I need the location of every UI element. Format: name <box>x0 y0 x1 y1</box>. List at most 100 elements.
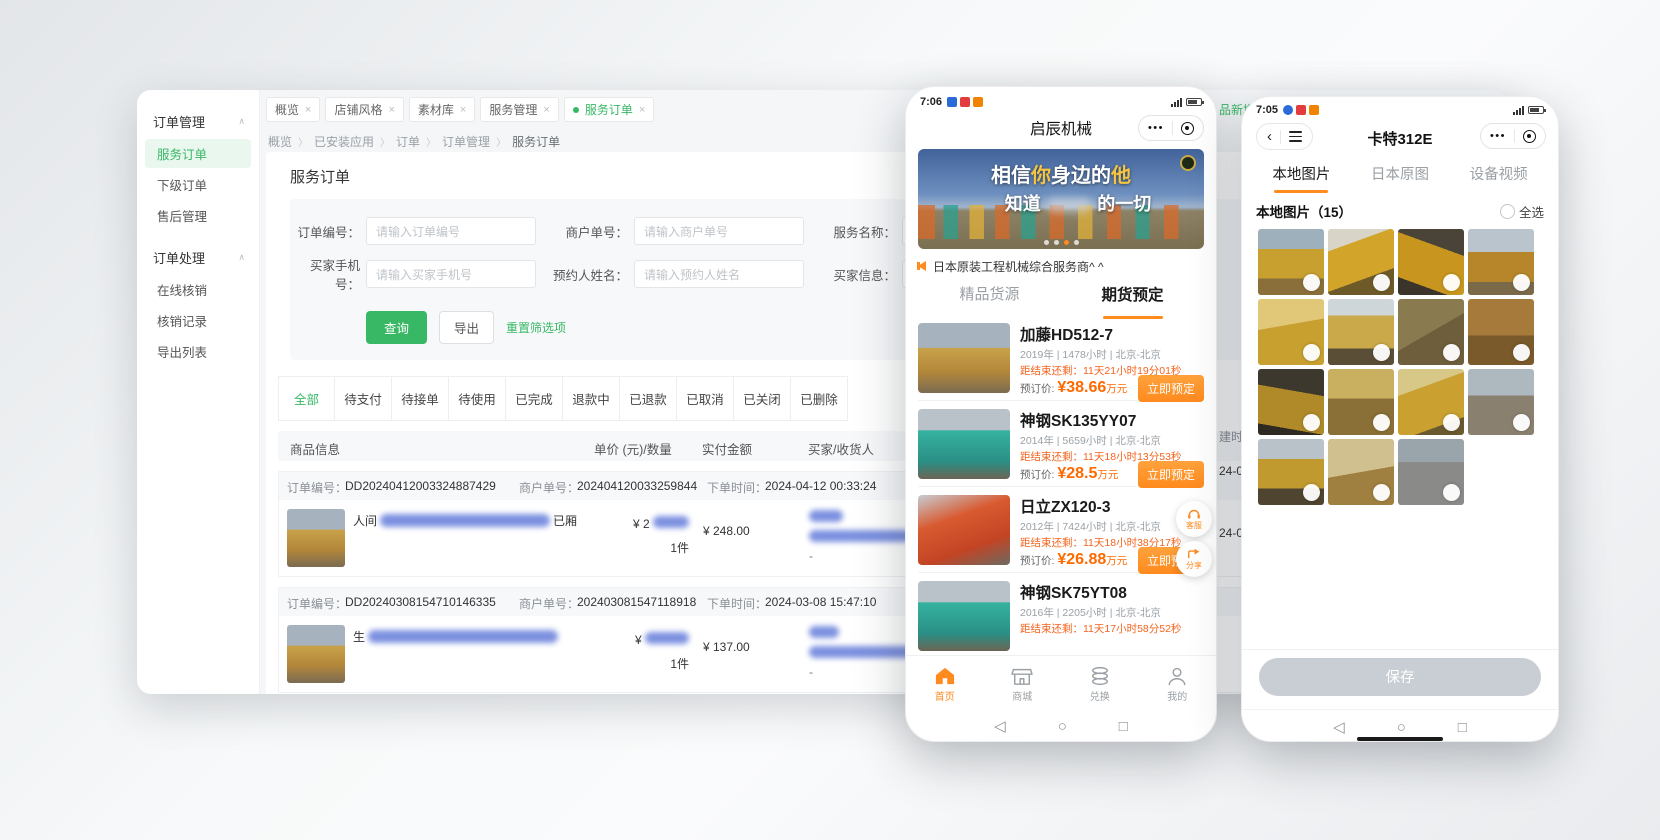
hero-banner[interactable]: 相信你身边的他 知道 的一切 <box>918 149 1204 249</box>
photo-thumbnail[interactable] <box>1468 229 1534 295</box>
reset-filters-link[interactable]: 重置筛选项 <box>506 319 566 336</box>
radio-icon[interactable] <box>1500 204 1515 219</box>
tab-material-lib[interactable]: 素材库× <box>409 97 475 122</box>
status-tab-unpaid[interactable]: 待支付 <box>335 376 392 421</box>
status-tab-all[interactable]: 全部 <box>278 376 335 421</box>
photo-checkbox[interactable] <box>1303 414 1320 431</box>
sidebar-item-online-verify[interactable]: 在线核销 <box>145 275 251 304</box>
photo-checkbox[interactable] <box>1303 484 1320 501</box>
status-tab-done[interactable]: 已完成 <box>506 376 563 421</box>
status-tab-canceled[interactable]: 已取消 <box>677 376 734 421</box>
breadcrumb-item[interactable]: 已安装应用 <box>314 133 374 150</box>
sidebar-group-order-processing[interactable]: 订单处理 ∧ <box>137 240 259 273</box>
sidebar-group-order-management[interactable]: 订单管理 ∧ <box>137 104 259 137</box>
photo-thumbnail[interactable] <box>1328 299 1394 365</box>
close-target-icon[interactable] <box>1181 122 1194 135</box>
breadcrumb-item[interactable]: 订单管理 <box>442 133 490 150</box>
photo-checkbox[interactable] <box>1373 414 1390 431</box>
sidebar-item-aftersale[interactable]: 售后管理 <box>145 201 251 230</box>
photo-checkbox[interactable] <box>1443 274 1460 291</box>
tab-overview[interactable]: 概览× <box>266 97 320 122</box>
photo-thumbnail[interactable] <box>1398 369 1464 435</box>
tab-japan-originals[interactable]: 日本原图 <box>1351 159 1450 191</box>
close-icon[interactable]: × <box>460 104 466 116</box>
nav-home-icon[interactable]: ○ <box>1397 719 1406 736</box>
photo-checkbox[interactable] <box>1513 344 1530 361</box>
tab-service-mgmt[interactable]: 服务管理× <box>480 97 558 122</box>
photo-thumbnail[interactable] <box>1258 299 1324 365</box>
tab-futures-booking[interactable]: 期货预定 <box>1061 283 1204 313</box>
photo-checkbox[interactable] <box>1443 344 1460 361</box>
book-now-button[interactable]: 立即预定 <box>1138 375 1204 402</box>
photo-checkbox[interactable] <box>1303 344 1320 361</box>
photo-thumbnail[interactable] <box>1258 369 1324 435</box>
export-button[interactable]: 导出 <box>439 311 494 344</box>
nav-back-icon[interactable]: ◁ <box>994 717 1006 735</box>
merchant-no-input[interactable]: 请输入商户单号 <box>634 217 804 245</box>
photo-checkbox[interactable] <box>1443 484 1460 501</box>
close-icon[interactable]: × <box>543 104 549 116</box>
machine-card[interactable]: 加藤HD512-7 2019年 | 1478小时 | 北京-北京 距结束还剩：1… <box>918 315 1204 401</box>
close-target-icon[interactable] <box>1523 130 1536 143</box>
tab-redeem[interactable]: 兑换 <box>1061 656 1139 713</box>
photo-thumbnail[interactable] <box>1258 439 1324 505</box>
status-tab-refunded[interactable]: 已退款 <box>620 376 677 421</box>
breadcrumb-item[interactable]: 概览 <box>268 133 292 150</box>
nav-back-icon[interactable]: ◁ <box>1333 718 1345 736</box>
close-icon[interactable]: × <box>305 104 311 116</box>
machine-card[interactable]: 神钢SK75YT08 2016年 | 2205小时 | 北京-北京 距结束还剩：… <box>918 573 1204 659</box>
tab-featured-goods[interactable]: 精品货源 <box>918 283 1061 313</box>
more-icon[interactable]: ••• <box>1148 122 1164 134</box>
photo-checkbox[interactable] <box>1373 344 1390 361</box>
close-icon[interactable]: × <box>639 104 645 116</box>
tab-shop-style[interactable]: 店铺风格× <box>325 97 403 122</box>
notice-bar[interactable]: 日本原装工程机械综合服务商^ ^ <box>918 253 1204 279</box>
nav-recents-icon[interactable]: □ <box>1458 719 1467 736</box>
sidebar-item-export-list[interactable]: 导出列表 <box>145 337 251 366</box>
machine-card[interactable]: 神钢SK135YY07 2014年 | 5659小时 | 北京-北京 距结束还剩… <box>918 401 1204 487</box>
carousel-dots[interactable] <box>918 240 1204 245</box>
photo-thumbnail[interactable] <box>1398 299 1464 365</box>
status-tab-closed[interactable]: 已关闭 <box>734 376 791 421</box>
status-tab-deleted[interactable]: 已删除 <box>791 376 848 421</box>
photo-thumbnail[interactable] <box>1328 439 1394 505</box>
machine-card[interactable]: 日立ZX120-3 2012年 | 7424小时 | 北京-北京 距结束还剩：1… <box>918 487 1204 573</box>
sidebar-item-verify-records[interactable]: 核销记录 <box>145 306 251 335</box>
sidebar-item-sub-orders[interactable]: 下级订单 <box>145 170 251 199</box>
order-no-input[interactable]: 请输入订单编号 <box>366 217 536 245</box>
booker-name-input[interactable]: 请输入预约人姓名 <box>634 260 804 288</box>
more-icon[interactable]: ••• <box>1490 130 1506 142</box>
select-all-control[interactable]: 全选 <box>1500 202 1544 221</box>
photo-thumbnail[interactable] <box>1398 439 1464 505</box>
sidebar-item-service-orders[interactable]: 服务订单 <box>145 139 251 168</box>
photo-checkbox[interactable] <box>1513 414 1530 431</box>
photo-thumbnail[interactable] <box>1328 229 1394 295</box>
photo-thumbnail[interactable] <box>1398 229 1464 295</box>
customer-service-button[interactable]: 客服 <box>1176 501 1212 537</box>
search-button[interactable]: 查询 <box>366 311 427 344</box>
photo-checkbox[interactable] <box>1373 274 1390 291</box>
save-button[interactable]: 保存 <box>1259 658 1541 696</box>
close-icon[interactable]: × <box>388 104 394 116</box>
tab-mine[interactable]: 我的 <box>1139 656 1217 713</box>
nav-home-icon[interactable]: ○ <box>1058 718 1067 735</box>
wechat-capsule[interactable]: ••• <box>1480 123 1546 149</box>
tab-local-photos[interactable]: 本地图片 <box>1252 159 1351 191</box>
share-button[interactable]: 分享 <box>1176 541 1212 577</box>
photo-checkbox[interactable] <box>1443 414 1460 431</box>
photo-checkbox[interactable] <box>1513 274 1530 291</box>
wechat-capsule[interactable]: ••• <box>1138 115 1204 141</box>
photo-checkbox[interactable] <box>1303 274 1320 291</box>
book-now-button[interactable]: 立即预定 <box>1138 461 1204 488</box>
tab-mall[interactable]: 商城 <box>984 656 1062 713</box>
tab-device-videos[interactable]: 设备视频 <box>1449 159 1548 191</box>
photo-thumbnail[interactable] <box>1328 369 1394 435</box>
status-tab-pending[interactable]: 待接单 <box>392 376 449 421</box>
photo-thumbnail[interactable] <box>1468 299 1534 365</box>
photo-checkbox[interactable] <box>1373 484 1390 501</box>
nav-recents-icon[interactable]: □ <box>1119 718 1128 735</box>
status-tab-refunding[interactable]: 退款中 <box>563 376 620 421</box>
breadcrumb-item[interactable]: 订单 <box>396 133 420 150</box>
buyer-phone-input[interactable]: 请输入买家手机号 <box>366 260 536 288</box>
tab-service-orders[interactable]: 服务订单× <box>564 97 654 122</box>
